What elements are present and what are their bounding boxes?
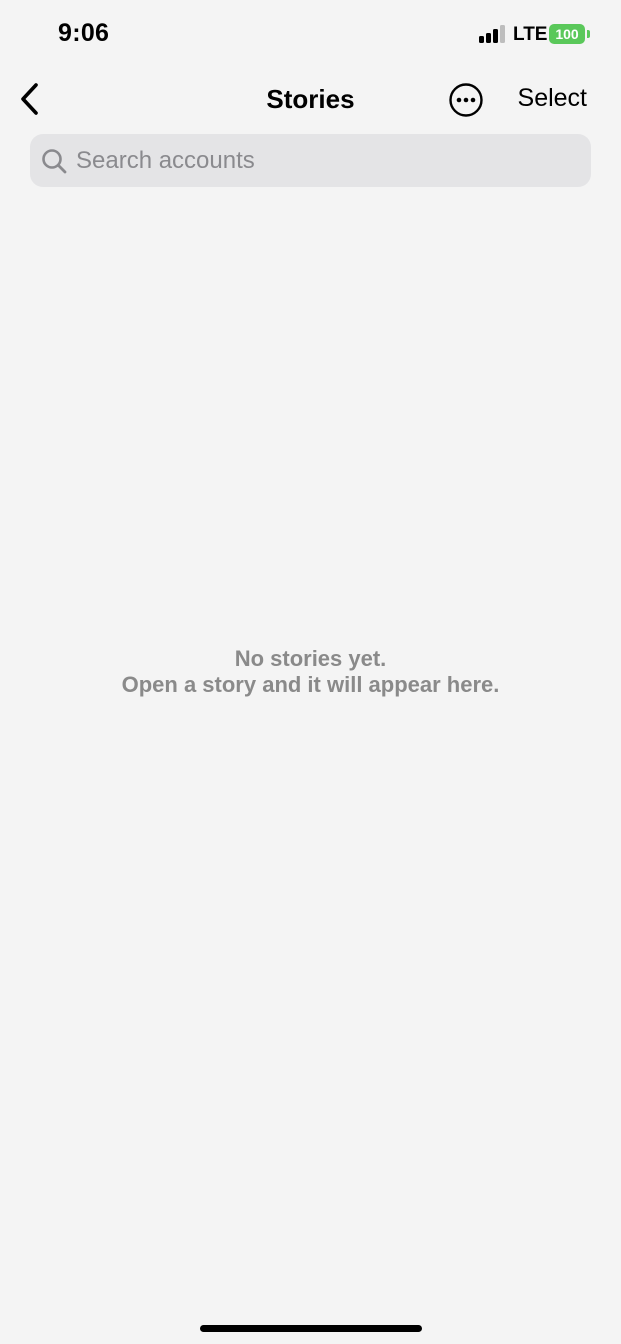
search-bar[interactable] xyxy=(30,134,591,187)
stories-screen: 9:06 LTE 100 Stories Select Search accou… xyxy=(0,0,621,1344)
select-button[interactable]: Select xyxy=(518,84,587,113)
search-input[interactable] xyxy=(76,134,576,187)
battery-icon: 100 xyxy=(549,24,585,44)
status-time: 9:06 xyxy=(58,19,110,47)
empty-state-subtitle: Open a story and it will appear here. xyxy=(121,672,500,697)
empty-state-message: No stories yet. Open a story and it will… xyxy=(0,646,621,698)
search-icon xyxy=(42,149,67,174)
battery-level: 100 xyxy=(555,26,579,42)
ellipsis-circle-icon xyxy=(449,83,483,117)
cellular-signal-icon xyxy=(479,25,507,43)
empty-state-title: No stories yet. xyxy=(234,646,387,671)
more-options-button[interactable] xyxy=(448,82,484,118)
status-bar: 9:06 LTE 100 xyxy=(0,0,621,70)
home-indicator[interactable] xyxy=(200,1325,422,1332)
network-type: LTE xyxy=(513,24,548,45)
battery-cap xyxy=(587,30,590,38)
